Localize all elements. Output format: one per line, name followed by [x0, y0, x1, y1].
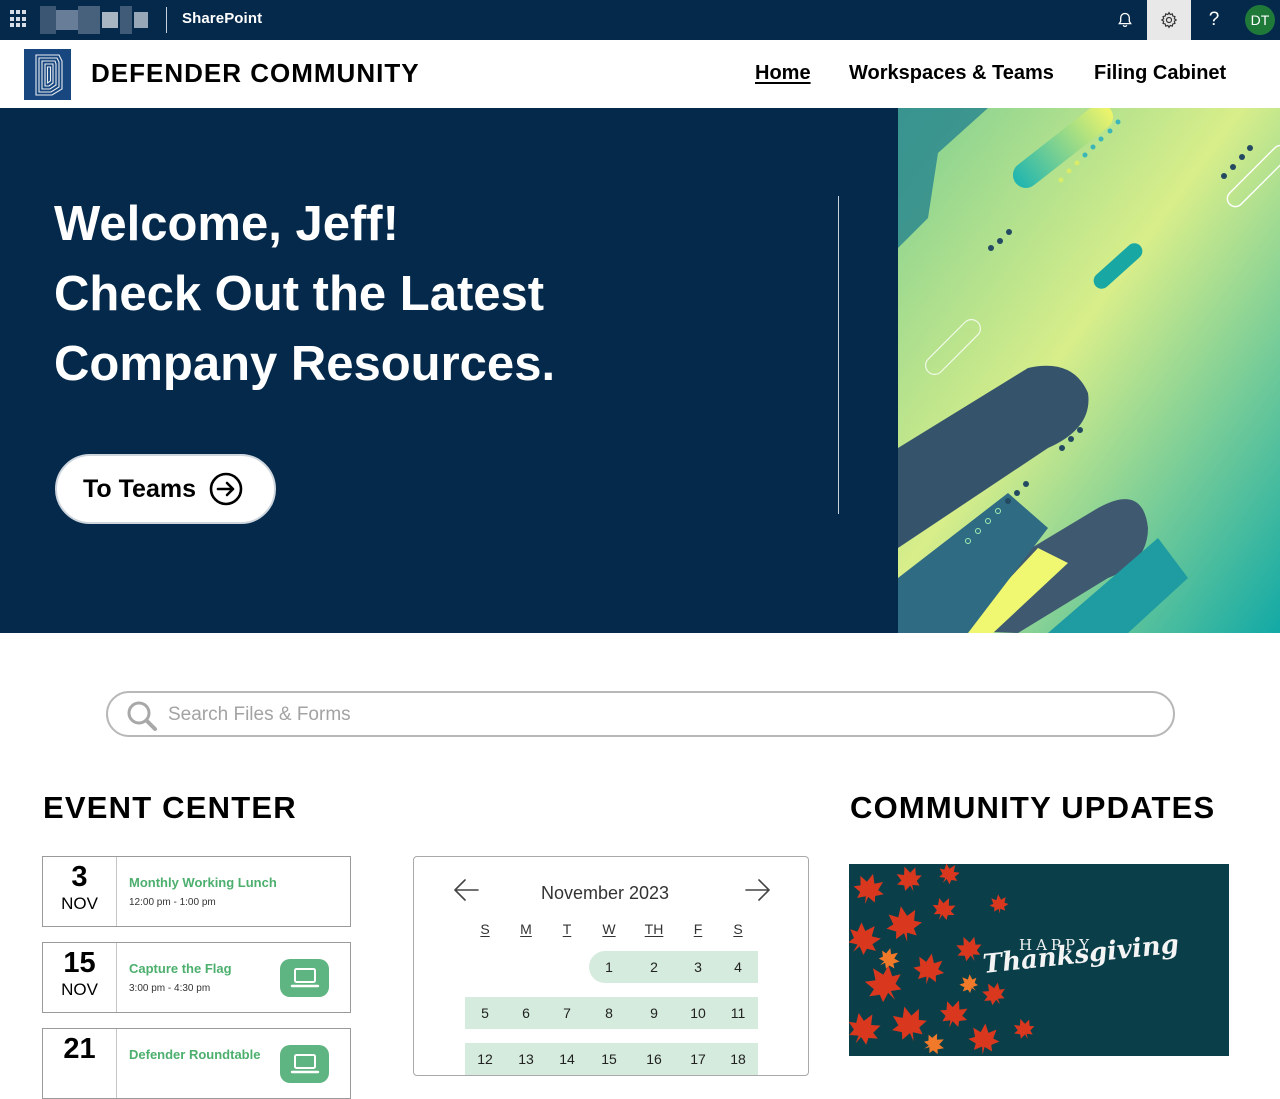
waffle-icon[interactable] [10, 10, 28, 28]
calendar-weekday: W [602, 921, 616, 937]
hero-divider [838, 196, 839, 514]
event-time: 12:00 pm - 1:00 pm [129, 897, 216, 908]
search-bar[interactable] [106, 691, 1175, 737]
event-date: 3 NOV [43, 857, 117, 926]
calendar-day[interactable]: 2 [650, 959, 658, 975]
to-teams-label: To Teams [83, 474, 196, 503]
laptop-icon [290, 1054, 319, 1074]
calendar-day[interactable]: 10 [690, 1005, 706, 1021]
calendar-day[interactable]: 6 [522, 1005, 530, 1021]
calendar-day[interactable]: 8 [605, 1005, 613, 1021]
event-day: 15 [63, 947, 96, 979]
gear-icon[interactable] [1147, 0, 1191, 40]
organization-logo [40, 6, 152, 34]
event-date: 21 [43, 1029, 117, 1098]
hero-line-2: Check Out the Latest [54, 267, 545, 321]
nav-home[interactable]: Home [755, 62, 811, 85]
hero-artwork [898, 108, 1280, 633]
event-time: 3:00 pm - 4:30 pm [129, 983, 211, 994]
hero-welcome-line: Welcome, Jeff! [54, 197, 399, 251]
calendar-day[interactable]: 11 [731, 1005, 746, 1021]
help-glyph: ? [1208, 9, 1220, 30]
calendar-day[interactable]: 16 [646, 1051, 662, 1067]
calendar-day[interactable]: 7 [563, 1005, 571, 1021]
calendar-weekday: M [520, 921, 532, 937]
calendar-day[interactable]: 14 [559, 1051, 575, 1067]
arrow-right-icon[interactable] [744, 877, 772, 903]
calendar-day[interactable]: 9 [650, 1005, 658, 1021]
site-logo[interactable] [24, 49, 71, 100]
calendar-day[interactable]: 13 [518, 1051, 534, 1067]
online-event-badge[interactable] [280, 1045, 329, 1083]
calendar-weekday: S [733, 921, 743, 937]
calendar-day[interactable]: 1 [605, 959, 613, 975]
event-card[interactable]: 21 Defender Roundtable [42, 1028, 351, 1099]
nav-workspaces-teams[interactable]: Workspaces & Teams [849, 62, 1054, 85]
help-icon[interactable]: ? [1192, 0, 1236, 40]
hero-line-3: Company Resources. [54, 337, 556, 391]
nav-filing-cabinet[interactable]: Filing Cabinet [1094, 62, 1226, 85]
event-month: NOV [61, 894, 98, 913]
calendar-weekday: S [480, 921, 490, 937]
event-title[interactable]: Defender Roundtable [129, 1047, 260, 1062]
event-center-heading: EVENT CENTER [43, 790, 297, 825]
calendar-day[interactable]: 12 [477, 1051, 493, 1067]
calendar-week-highlight [589, 951, 758, 983]
calendar-day[interactable]: 18 [730, 1051, 746, 1067]
hero-banner: Welcome, Jeff! Check Out the Latest Comp… [0, 108, 1280, 633]
calendar-day[interactable]: 5 [481, 1005, 489, 1021]
event-day: 3 [71, 861, 88, 893]
event-card[interactable]: 15 NOV Capture the Flag 3:00 pm - 4:30 p… [42, 942, 351, 1013]
calendar-month-title: November 2023 [540, 883, 670, 903]
calendar-day[interactable]: 15 [601, 1051, 617, 1067]
to-teams-button[interactable]: To Teams [55, 454, 276, 524]
calendar-weekday: F [693, 921, 703, 937]
suite-bar: SharePoint ? DT [0, 0, 1280, 40]
search-input[interactable] [168, 702, 1148, 728]
laptop-icon [290, 968, 319, 988]
arrow-circle-right-icon [209, 472, 243, 506]
event-title[interactable]: Monthly Working Lunch [129, 875, 277, 890]
event-date: 15 NOV [43, 943, 117, 1012]
site-title[interactable]: DEFENDER COMMUNITY [91, 58, 420, 89]
calendar-day[interactable]: 4 [734, 959, 742, 975]
calendar-weekday: T [562, 921, 572, 937]
calendar-weekday: TH [644, 921, 664, 937]
suite-bar-divider [166, 7, 167, 33]
bell-icon[interactable] [1103, 0, 1147, 40]
app-name[interactable]: SharePoint [182, 10, 262, 27]
event-title[interactable]: Capture the Flag [129, 961, 232, 976]
thanksgiving-update-card[interactable]: HAPPY Thanksgiving [849, 864, 1229, 1056]
calendar-day[interactable]: 3 [694, 959, 702, 975]
event-day: 21 [63, 1033, 96, 1065]
community-updates-heading: COMMUNITY UPDATES [850, 790, 1216, 825]
online-event-badge[interactable] [280, 959, 329, 997]
event-month: NOV [61, 980, 98, 999]
avatar[interactable]: DT [1245, 5, 1275, 35]
search-icon [127, 701, 157, 731]
calendar-day[interactable]: 17 [690, 1051, 706, 1067]
event-card[interactable]: 3 NOV Monthly Working Lunch 12:00 pm - 1… [42, 856, 351, 927]
event-calendar: November 2023 S M T W TH F S 1 2 3 4 5 6 7 8 9 10 11 12 13 1… [413, 856, 809, 1076]
site-header: DEFENDER COMMUNITY Home Workspaces & Tea… [0, 40, 1280, 108]
